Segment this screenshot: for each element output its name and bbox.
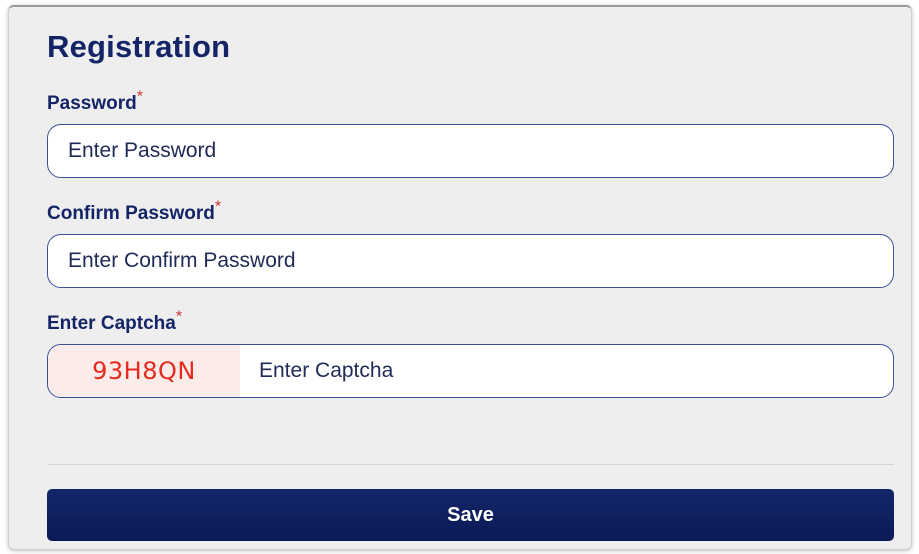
captcha-input[interactable] [240, 345, 893, 397]
captcha-field: 93H8QN [47, 344, 894, 398]
confirm-password-label: Confirm Password* [47, 199, 221, 225]
captcha-label: Enter Captcha* [47, 309, 182, 335]
save-button[interactable]: Save [47, 489, 894, 541]
registration-card: Registration Password* Confirm Password*… [8, 5, 912, 550]
required-marker: * [214, 198, 222, 216]
password-label: Password* [47, 89, 143, 115]
page-title: Registration [47, 29, 231, 64]
captcha-code: 93H8QN [48, 345, 240, 397]
password-label-text: Password [47, 93, 137, 114]
divider [47, 464, 894, 465]
password-input[interactable] [47, 124, 894, 178]
confirm-password-input[interactable] [47, 234, 894, 288]
required-marker: * [175, 308, 183, 326]
confirm-password-label-text: Confirm Password [47, 203, 215, 224]
required-marker: * [136, 88, 143, 106]
captcha-label-text: Enter Captcha [47, 313, 176, 334]
